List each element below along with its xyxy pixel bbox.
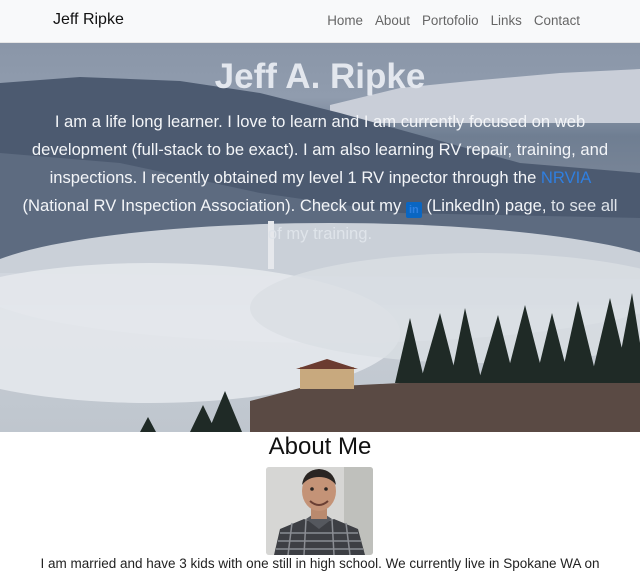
avatar (266, 467, 373, 555)
nrvia-link[interactable]: NRVIA (541, 168, 591, 187)
about-title: About Me (268, 433, 372, 460)
nav-contact[interactable]: Contact (534, 13, 580, 28)
nav-home[interactable]: Home (327, 13, 363, 28)
linkedin-icon[interactable]: in (405, 202, 422, 219)
brand-link[interactable]: Jeff Ripke (53, 11, 124, 29)
hero-content: Jeff A. Ripke I am a life long learner. … (0, 57, 640, 248)
nav-links: Home About Portofolio Links Contact (327, 13, 580, 28)
navbar: Jeff Ripke Home About Portofolio Links C… (0, 0, 640, 43)
hero-text-part-2: (National RV Inspection Association). Ch… (22, 196, 406, 216)
hero-text-part-1: I am a life long learner. I love to lear… (31, 112, 609, 188)
hero-section: Jeff A. Ripke I am a life long learner. … (0, 43, 640, 432)
nav-portfolio[interactable]: Portofolio (422, 13, 479, 28)
hero-title: Jeff A. Ripke (214, 57, 426, 96)
hero-text-part-3: (LinkedIn) page, (421, 196, 552, 216)
profile-photo (266, 467, 373, 555)
nav-links-page[interactable]: Links (491, 13, 522, 28)
hero-intro-text: I am a life long learner. I love to lear… (20, 108, 620, 248)
nav-about[interactable]: About (375, 13, 410, 28)
about-text: I am married and have 3 kids with one st… (40, 556, 600, 571)
